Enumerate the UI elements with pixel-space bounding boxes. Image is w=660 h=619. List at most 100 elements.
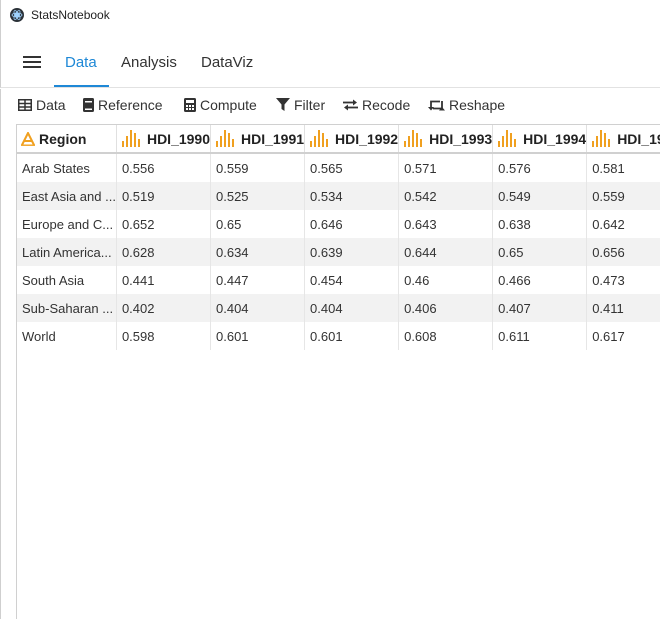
numeric-variable-icon <box>592 130 611 147</box>
table-cell[interactable]: 0.542 <box>398 182 494 210</box>
table-cell[interactable]: 0.404 <box>304 294 400 322</box>
tab-data[interactable]: Data <box>65 54 97 71</box>
table-cell[interactable]: 0.601 <box>304 322 400 350</box>
text-variable-icon <box>21 131 35 146</box>
table-cell[interactable]: 0.534 <box>304 182 400 210</box>
table-cell[interactable]: 0.646 <box>304 210 400 238</box>
table-cell[interactable]: 0.441 <box>116 266 212 294</box>
table-cell[interactable]: 0.559 <box>210 153 306 182</box>
table-cell[interactable]: 0.404 <box>210 294 306 322</box>
table-cell[interactable]: 0.519 <box>116 182 212 210</box>
table-cell[interactable]: 0.634 <box>210 238 306 266</box>
column-header-label: HDI_1992 <box>335 130 399 147</box>
table-cell[interactable]: 0.411 <box>586 294 660 322</box>
data-toolbar: Data Reference Compute Filter Recode Res… <box>0 89 660 124</box>
table-cell[interactable]: 0.601 <box>210 322 306 350</box>
column-header-hdi-1994[interactable]: HDI_1994 <box>492 125 588 154</box>
table-cell[interactable]: 0.643 <box>398 210 494 238</box>
nav-bar: Data Analysis DataViz <box>0 32 660 88</box>
numeric-variable-icon <box>310 130 329 147</box>
column-header-hdi-1990[interactable]: HDI_1990 <box>116 125 212 154</box>
table-row: World 0.598 0.601 0.601 0.608 0.611 0.61… <box>17 322 660 350</box>
table-cell[interactable]: 0.565 <box>304 153 400 182</box>
app-title: StatsNotebook <box>31 8 110 22</box>
table-row: Sub-Saharan ... 0.402 0.404 0.404 0.406 … <box>17 294 660 322</box>
header-row: Region HDI_1990 HDI_1991 HDI_1992 HDI_19… <box>17 125 660 154</box>
table-cell[interactable]: 0.559 <box>586 182 660 210</box>
tab-analysis[interactable]: Analysis <box>121 54 177 71</box>
window-border <box>0 124 1 619</box>
filter-icon <box>276 98 290 111</box>
table-row: East Asia and ... 0.519 0.525 0.534 0.54… <box>17 182 660 210</box>
table-row: South Asia 0.441 0.447 0.454 0.46 0.466 … <box>17 266 660 294</box>
menu-icon[interactable] <box>23 56 41 68</box>
table-cell[interactable]: 0.611 <box>492 322 588 350</box>
reference-button[interactable]: Reference <box>83 97 163 113</box>
table-cell[interactable]: 0.473 <box>586 266 660 294</box>
table-cell[interactable]: Europe and C... <box>17 210 117 238</box>
numeric-variable-icon <box>121 130 140 147</box>
column-header-label: HDI_1994 <box>523 130 587 147</box>
column-header-label: HDI_1990 <box>146 130 210 147</box>
table-cell[interactable]: 0.406 <box>398 294 494 322</box>
column-header-hdi-1992[interactable]: HDI_1992 <box>304 125 400 154</box>
table-cell[interactable]: East Asia and ... <box>17 182 117 210</box>
table-cell[interactable]: 0.454 <box>304 266 400 294</box>
recode-button[interactable]: Recode <box>343 97 410 113</box>
table-cell[interactable]: 0.628 <box>116 238 212 266</box>
data-button-label: Data <box>36 97 66 113</box>
numeric-variable-icon <box>404 130 423 147</box>
table-cell[interactable]: 0.638 <box>492 210 588 238</box>
column-header-hdi-1995[interactable]: HDI_1995 <box>586 125 660 154</box>
table-cell[interactable]: 0.598 <box>116 322 212 350</box>
table-cell[interactable]: 0.402 <box>116 294 212 322</box>
table-cell[interactable]: 0.65 <box>210 210 306 238</box>
table-cell[interactable]: Latin America... <box>17 238 117 266</box>
column-header-region[interactable]: Region <box>17 125 117 154</box>
table-cell[interactable]: 0.556 <box>116 153 212 182</box>
table-cell[interactable]: 0.652 <box>116 210 212 238</box>
table-cell[interactable]: 0.407 <box>492 294 588 322</box>
table-row: Europe and C... 0.652 0.65 0.646 0.643 0… <box>17 210 660 238</box>
table-cell[interactable]: World <box>17 322 117 350</box>
column-header-hdi-1991[interactable]: HDI_1991 <box>210 125 306 154</box>
table-cell[interactable]: 0.576 <box>492 153 588 182</box>
data-grid: Region HDI_1990 HDI_1991 HDI_1992 HDI_19… <box>16 124 660 619</box>
table-cell[interactable]: 0.549 <box>492 182 588 210</box>
table-cell[interactable]: 0.608 <box>398 322 494 350</box>
table-cell[interactable]: Arab States <box>17 153 117 182</box>
table-cell[interactable]: 0.525 <box>210 182 306 210</box>
reshape-button-label: Reshape <box>449 97 506 113</box>
recode-button-label: Recode <box>362 97 411 113</box>
app-logo-icon <box>10 8 24 22</box>
table-cell[interactable]: South Asia <box>17 266 117 294</box>
retweet-icon <box>428 100 445 111</box>
filter-button[interactable]: Filter <box>276 97 325 113</box>
table-cell[interactable]: 0.639 <box>304 238 400 266</box>
table-cell[interactable]: 0.581 <box>586 153 660 182</box>
table-cell[interactable]: 0.46 <box>398 266 494 294</box>
exchange-icon <box>343 99 358 111</box>
table-icon <box>18 99 32 111</box>
table-cell[interactable]: Sub-Saharan ... <box>17 294 117 322</box>
compute-button-label: Compute <box>200 97 257 113</box>
table-cell[interactable]: 0.656 <box>586 238 660 266</box>
table-cell[interactable]: 0.642 <box>586 210 660 238</box>
column-header-label: HDI_1995 <box>617 130 660 147</box>
table-cell[interactable]: 0.65 <box>492 238 588 266</box>
tab-dataviz[interactable]: DataViz <box>201 54 253 71</box>
table-row: Latin America... 0.628 0.634 0.639 0.644… <box>17 238 660 266</box>
book-icon <box>83 98 94 112</box>
table-cell[interactable]: 0.644 <box>398 238 494 266</box>
active-tab-indicator <box>54 85 109 87</box>
table-cell[interactable]: 0.447 <box>210 266 306 294</box>
table-cell[interactable]: 0.617 <box>586 322 660 350</box>
data-button[interactable]: Data <box>18 97 66 113</box>
column-header-hdi-1993[interactable]: HDI_1993 <box>398 125 494 154</box>
compute-button[interactable]: Compute <box>184 97 257 113</box>
table-row: Arab States 0.556 0.559 0.565 0.571 0.57… <box>17 153 660 182</box>
table-cell[interactable]: 0.571 <box>398 153 494 182</box>
title-bar: StatsNotebook <box>0 0 660 32</box>
table-cell[interactable]: 0.466 <box>492 266 588 294</box>
reshape-button[interactable]: Reshape <box>428 97 505 113</box>
